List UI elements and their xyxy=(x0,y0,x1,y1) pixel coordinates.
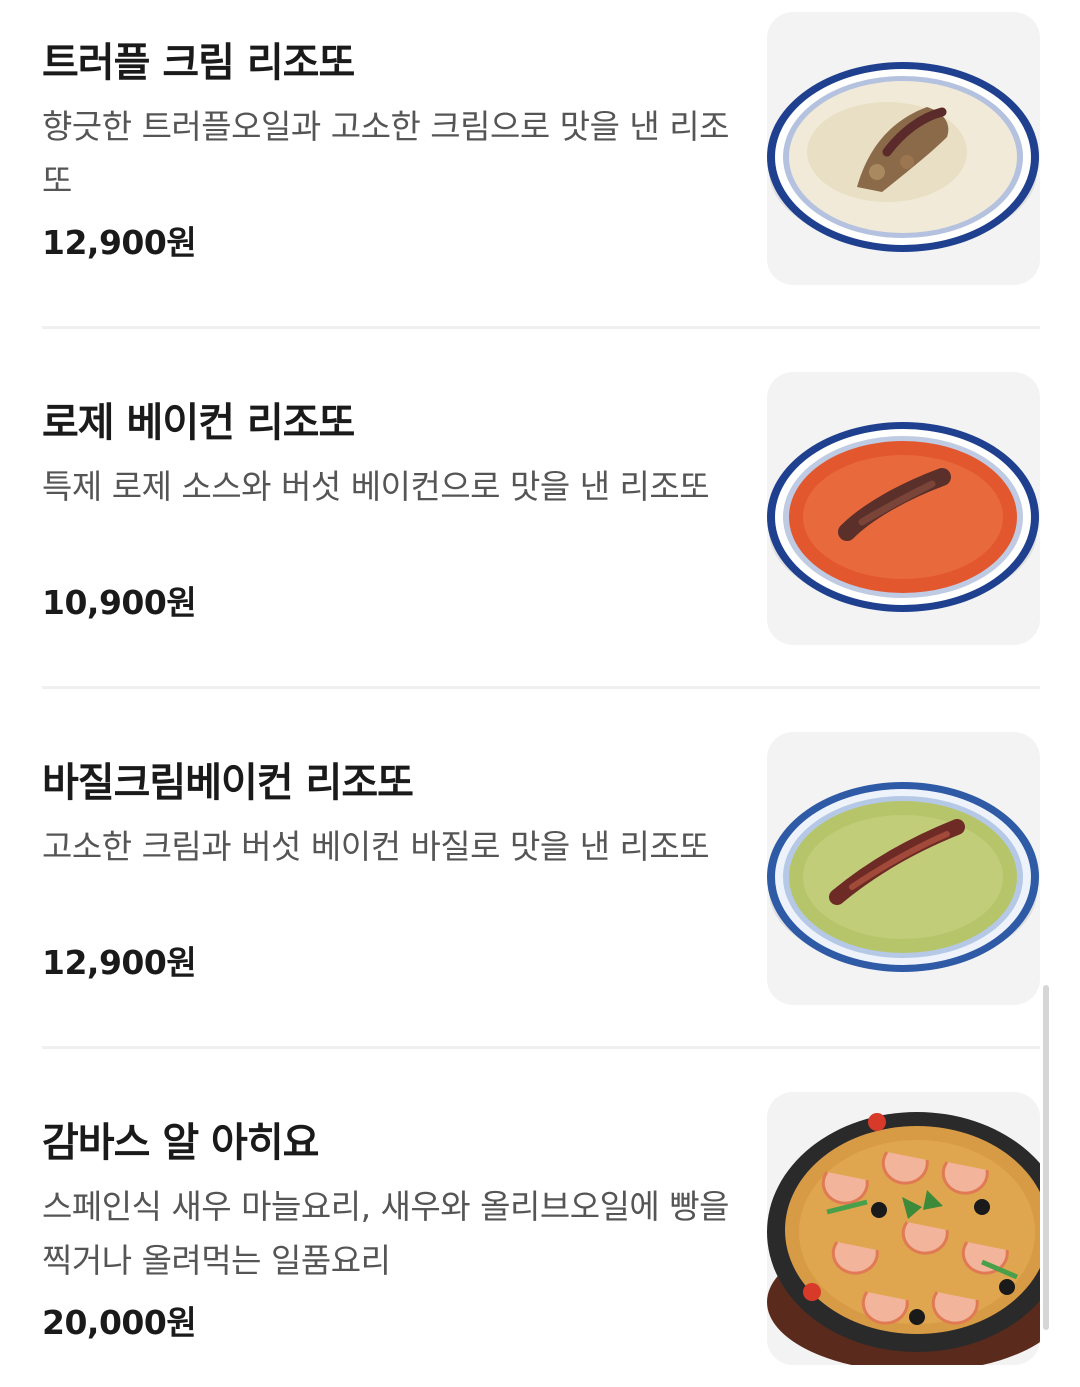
basil-cream-bacon-risotto-photo-icon xyxy=(767,782,1039,972)
divider xyxy=(42,686,1040,689)
menu-item-rose-bacon-risotto[interactable]: 로제 베이컨 리조또 특제 로제 소스와 버섯 베이컨으로 맛을 낸 리조또 1… xyxy=(0,360,1080,720)
scrollbar[interactable] xyxy=(1043,985,1049,1330)
rose-bacon-risotto-photo-icon xyxy=(767,422,1039,612)
menu-item-description: 고소한 크림과 버섯 베이컨 바질로 맛을 낸 리조또 xyxy=(42,827,710,866)
truffle-cream-risotto-photo-icon xyxy=(767,62,1039,252)
menu-item-basil-cream-bacon-risotto[interactable]: 바질크림베이컨 리조또 고소한 크림과 버섯 베이컨 바질로 맛을 낸 리조또 … xyxy=(0,720,1080,1080)
menu-item-price: 10,900원 xyxy=(42,583,197,622)
menu-item-description: 스페인식 새우 마늘요리, 새우와 올리브오일에 빵을 찍거나 올려먹는 일품요… xyxy=(42,1187,730,1280)
menu-item-price: 12,900원 xyxy=(42,943,197,982)
menu-item-description: 향긋한 트러플오일과 고소한 크림으로 맛을 낸 리조또 xyxy=(42,107,730,200)
menu-item-name: 트러플 크림 리조또 xyxy=(42,40,355,86)
menu-item-photo[interactable] xyxy=(767,12,1040,285)
menu-list: 트러플 크림 리조또 향긋한 트러플오일과 고소한 크림으로 맛을 낸 리조또 … xyxy=(0,0,1080,1387)
menu-item-price: 20,000원 xyxy=(42,1303,197,1342)
gambas-al-ajillo-photo-icon xyxy=(767,1092,1040,1365)
divider xyxy=(42,326,1040,329)
menu-item-truffle-cream-risotto[interactable]: 트러플 크림 리조또 향긋한 트러플오일과 고소한 크림으로 맛을 낸 리조또 … xyxy=(0,0,1080,360)
menu-item-gambas-al-ajillo[interactable]: 감바스 알 아히요 스페인식 새우 마늘요리, 새우와 올리브오일에 빵을 찍거… xyxy=(0,1080,1080,1387)
menu-item-photo[interactable] xyxy=(767,1092,1040,1365)
divider xyxy=(42,1046,1040,1049)
menu-item-price: 12,900원 xyxy=(42,223,197,262)
menu-item-photo[interactable] xyxy=(767,372,1040,645)
menu-item-description: 특제 로제 소스와 버섯 베이컨으로 맛을 낸 리조또 xyxy=(42,467,710,506)
menu-item-name: 로제 베이컨 리조또 xyxy=(42,400,355,446)
menu-item-photo[interactable] xyxy=(767,732,1040,1005)
menu-item-name: 감바스 알 아히요 xyxy=(42,1120,319,1166)
menu-item-name: 바질크림베이컨 리조또 xyxy=(42,760,414,806)
